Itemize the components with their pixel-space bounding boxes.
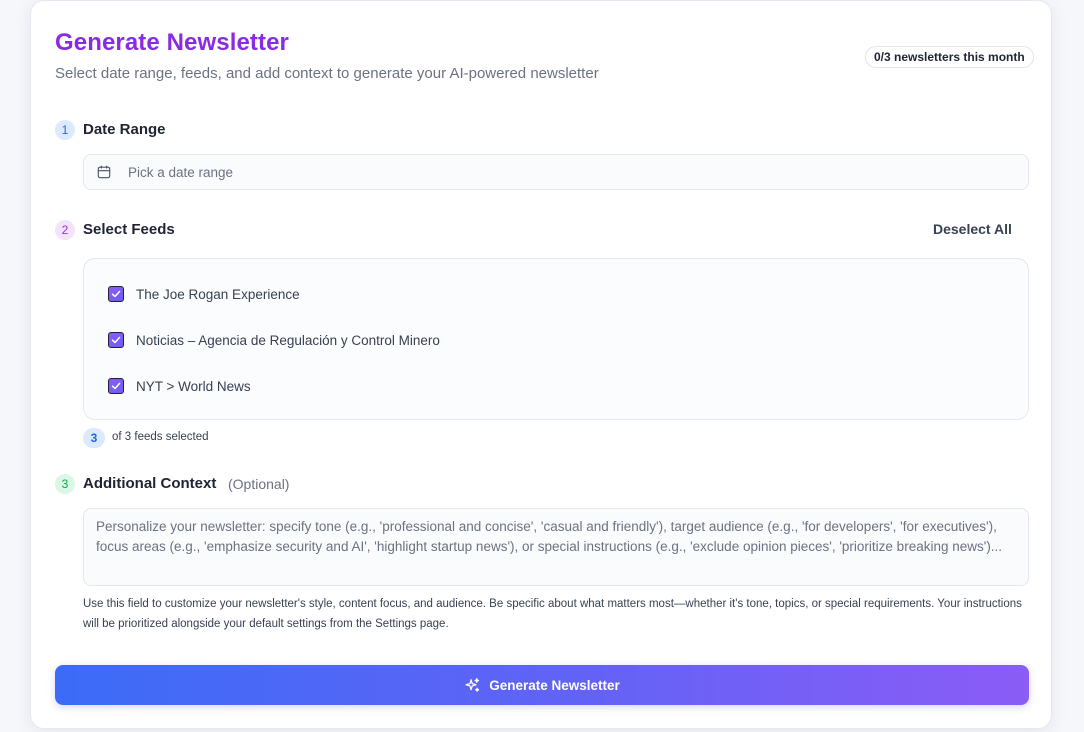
feed-item[interactable]: The Joe Rogan Experience [108, 284, 300, 304]
feed-label: Noticias – Agencia de Regulación y Contr… [136, 332, 440, 348]
feed-label: The Joe Rogan Experience [136, 286, 300, 302]
context-help-text: Use this field to customize your newslet… [83, 598, 1022, 630]
calendar-icon [97, 165, 111, 179]
newsletter-generator-card: Generate Newsletter Select date range, f… [30, 0, 1052, 729]
selected-count-text: of 3 feeds selected [112, 431, 209, 443]
select-feeds-heading: Select Feeds [83, 221, 175, 238]
date-range-placeholder: Pick a date range [128, 165, 234, 180]
check-icon [111, 336, 121, 344]
feed-checkbox[interactable] [108, 378, 124, 394]
feed-item[interactable]: NYT > World News [108, 376, 251, 396]
feed-label: NYT > World News [136, 378, 251, 394]
optional-label: (Optional) [228, 476, 290, 492]
additional-context-textarea[interactable]: Personalize your newsletter: specify ton… [83, 508, 1029, 586]
step-3-badge: 3 [55, 474, 75, 494]
additional-context-heading: Additional Context [83, 475, 217, 492]
check-icon [111, 382, 121, 390]
check-icon [111, 290, 121, 298]
date-range-heading: Date Range [83, 121, 166, 138]
step-1-badge: 1 [55, 120, 75, 140]
deselect-all-button[interactable]: Deselect All [933, 221, 1012, 237]
page-subtitle: Select date range, feeds, and add contex… [55, 65, 599, 82]
date-range-picker[interactable]: Pick a date range [83, 154, 1029, 190]
feed-item[interactable]: Noticias – Agencia de Regulación y Contr… [108, 330, 440, 350]
selected-count-badge: 3 [83, 428, 105, 448]
feed-checkbox[interactable] [108, 332, 124, 348]
generate-newsletter-button[interactable]: Generate Newsletter [55, 665, 1029, 705]
generate-button-label: Generate Newsletter [489, 677, 620, 693]
step-2-badge: 2 [55, 220, 75, 240]
quota-badge: 0/3 newsletters this month [865, 46, 1034, 68]
sparkles-icon [465, 677, 480, 692]
feed-checkbox[interactable] [108, 286, 124, 302]
feeds-list: The Joe Rogan Experience Noticias – Agen… [83, 258, 1029, 420]
page-title: Generate Newsletter [55, 29, 290, 56]
